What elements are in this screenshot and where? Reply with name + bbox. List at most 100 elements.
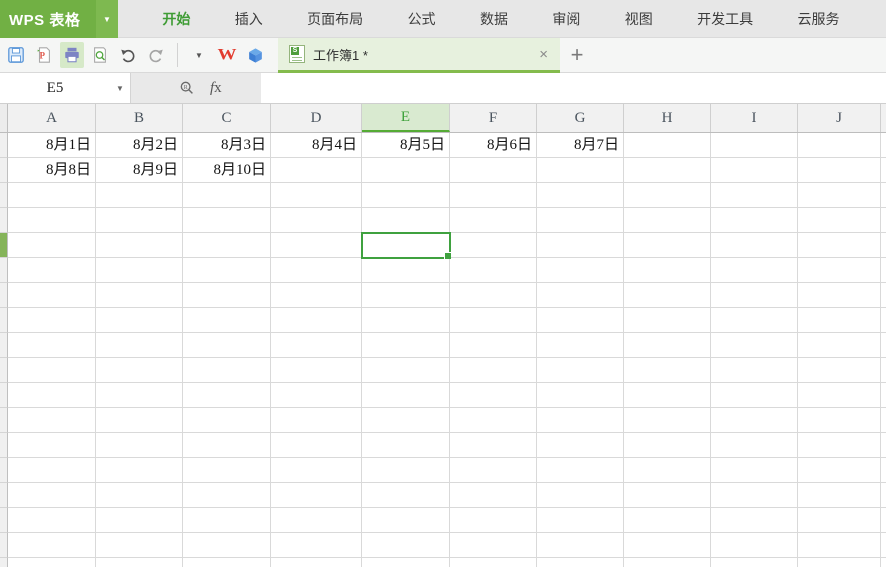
cell-D1[interactable]: 8月4日 (271, 133, 362, 158)
redo-button[interactable] (144, 42, 168, 68)
cell-J13[interactable] (798, 433, 881, 458)
export-pdf-button[interactable]: P (32, 42, 56, 68)
cell-F9[interactable] (450, 333, 537, 358)
cell-F17[interactable] (450, 533, 537, 558)
cell-H13[interactable] (624, 433, 711, 458)
cell-A1[interactable]: 8月1日 (8, 133, 96, 158)
cell-C2[interactable]: 8月10日 (183, 158, 271, 183)
cell-D5[interactable] (271, 233, 362, 258)
cell-J9[interactable] (798, 333, 881, 358)
cell-C16[interactable] (183, 508, 271, 533)
cell-F14[interactable] (450, 458, 537, 483)
cell-B16[interactable] (96, 508, 183, 533)
new-tab-button[interactable]: + (560, 38, 594, 72)
tab-dev-tools[interactable]: 开发工具 (697, 9, 753, 29)
cell-B7[interactable] (96, 283, 183, 308)
cell-E12[interactable] (362, 408, 450, 433)
cell-F3[interactable] (450, 183, 537, 208)
row-header-9[interactable] (0, 333, 8, 358)
cell-E14[interactable] (362, 458, 450, 483)
cell-H18[interactable] (624, 558, 711, 567)
cell-D18[interactable] (271, 558, 362, 567)
cell-F18[interactable] (450, 558, 537, 567)
cell-E6[interactable] (362, 258, 450, 283)
apps-cube-button[interactable] (243, 42, 267, 68)
tab-insert[interactable]: 插入 (235, 9, 263, 29)
cell-A10[interactable] (8, 358, 96, 383)
col-header-b[interactable]: B (96, 104, 183, 132)
cell-J6[interactable] (798, 258, 881, 283)
cell-G18[interactable] (537, 558, 624, 567)
cell-F10[interactable] (450, 358, 537, 383)
cell-C3[interactable] (183, 183, 271, 208)
cell-A4[interactable] (8, 208, 96, 233)
cell-B10[interactable] (96, 358, 183, 383)
row-header-7[interactable] (0, 283, 8, 308)
cell-G11[interactable] (537, 383, 624, 408)
cell-A12[interactable] (8, 408, 96, 433)
cell-A6[interactable] (8, 258, 96, 283)
cell-G6[interactable] (537, 258, 624, 283)
row-header-2[interactable] (0, 158, 8, 183)
cell-B1[interactable]: 8月2日 (96, 133, 183, 158)
cell-E16[interactable] (362, 508, 450, 533)
cell-H6[interactable] (624, 258, 711, 283)
cell-E2[interactable] (362, 158, 450, 183)
cell-A8[interactable] (8, 308, 96, 333)
cell-E15[interactable] (362, 483, 450, 508)
cell-A9[interactable] (8, 333, 96, 358)
cell-F2[interactable] (450, 158, 537, 183)
cell-E10[interactable] (362, 358, 450, 383)
insert-function-button[interactable]: fx (210, 80, 222, 97)
row-header-14[interactable] (0, 458, 8, 483)
tab-cloud[interactable]: 云服务 (798, 9, 840, 29)
formula-input[interactable] (261, 73, 886, 103)
cell-H10[interactable] (624, 358, 711, 383)
cell-H17[interactable] (624, 533, 711, 558)
cell-J10[interactable] (798, 358, 881, 383)
cell-J5[interactable] (798, 233, 881, 258)
row-header-15[interactable] (0, 483, 8, 508)
col-header-a[interactable]: A (8, 104, 96, 132)
col-header-j[interactable]: J (798, 104, 881, 132)
selection-box[interactable] (361, 232, 451, 259)
cell-I6[interactable] (711, 258, 798, 283)
magnifier-icon[interactable]: R (178, 79, 196, 97)
cell-A14[interactable] (8, 458, 96, 483)
cell-D10[interactable] (271, 358, 362, 383)
cell-F12[interactable] (450, 408, 537, 433)
cell-H8[interactable] (624, 308, 711, 333)
cell-J15[interactable] (798, 483, 881, 508)
cell-G1[interactable]: 8月7日 (537, 133, 624, 158)
cell-C18[interactable] (183, 558, 271, 567)
cell-H1[interactable] (624, 133, 711, 158)
cell-C6[interactable] (183, 258, 271, 283)
cell-G9[interactable] (537, 333, 624, 358)
cell-A17[interactable] (8, 533, 96, 558)
cell-H3[interactable] (624, 183, 711, 208)
cell-C13[interactable] (183, 433, 271, 458)
cell-J3[interactable] (798, 183, 881, 208)
cell-G14[interactable] (537, 458, 624, 483)
col-header-g[interactable]: G (537, 104, 624, 132)
cell-A7[interactable] (8, 283, 96, 308)
row-header-3[interactable] (0, 183, 8, 208)
cell-B18[interactable] (96, 558, 183, 567)
close-icon[interactable]: × (539, 46, 548, 63)
name-box[interactable]: E5 ▼ (0, 73, 131, 103)
row-header-8[interactable] (0, 308, 8, 333)
cell-A11[interactable] (8, 383, 96, 408)
cell-I15[interactable] (711, 483, 798, 508)
row-header-1[interactable] (0, 133, 8, 158)
cell-I14[interactable] (711, 458, 798, 483)
cell-D11[interactable] (271, 383, 362, 408)
col-header-d[interactable]: D (271, 104, 362, 132)
app-menu-button[interactable]: WPS 表格 ▼ (0, 0, 118, 38)
cell-J11[interactable] (798, 383, 881, 408)
chevron-down-icon[interactable]: ▼ (96, 0, 118, 38)
cell-H16[interactable] (624, 508, 711, 533)
cell-D17[interactable] (271, 533, 362, 558)
tab-page-layout[interactable]: 页面布局 (307, 9, 363, 29)
cell-G17[interactable] (537, 533, 624, 558)
cell-E8[interactable] (362, 308, 450, 333)
